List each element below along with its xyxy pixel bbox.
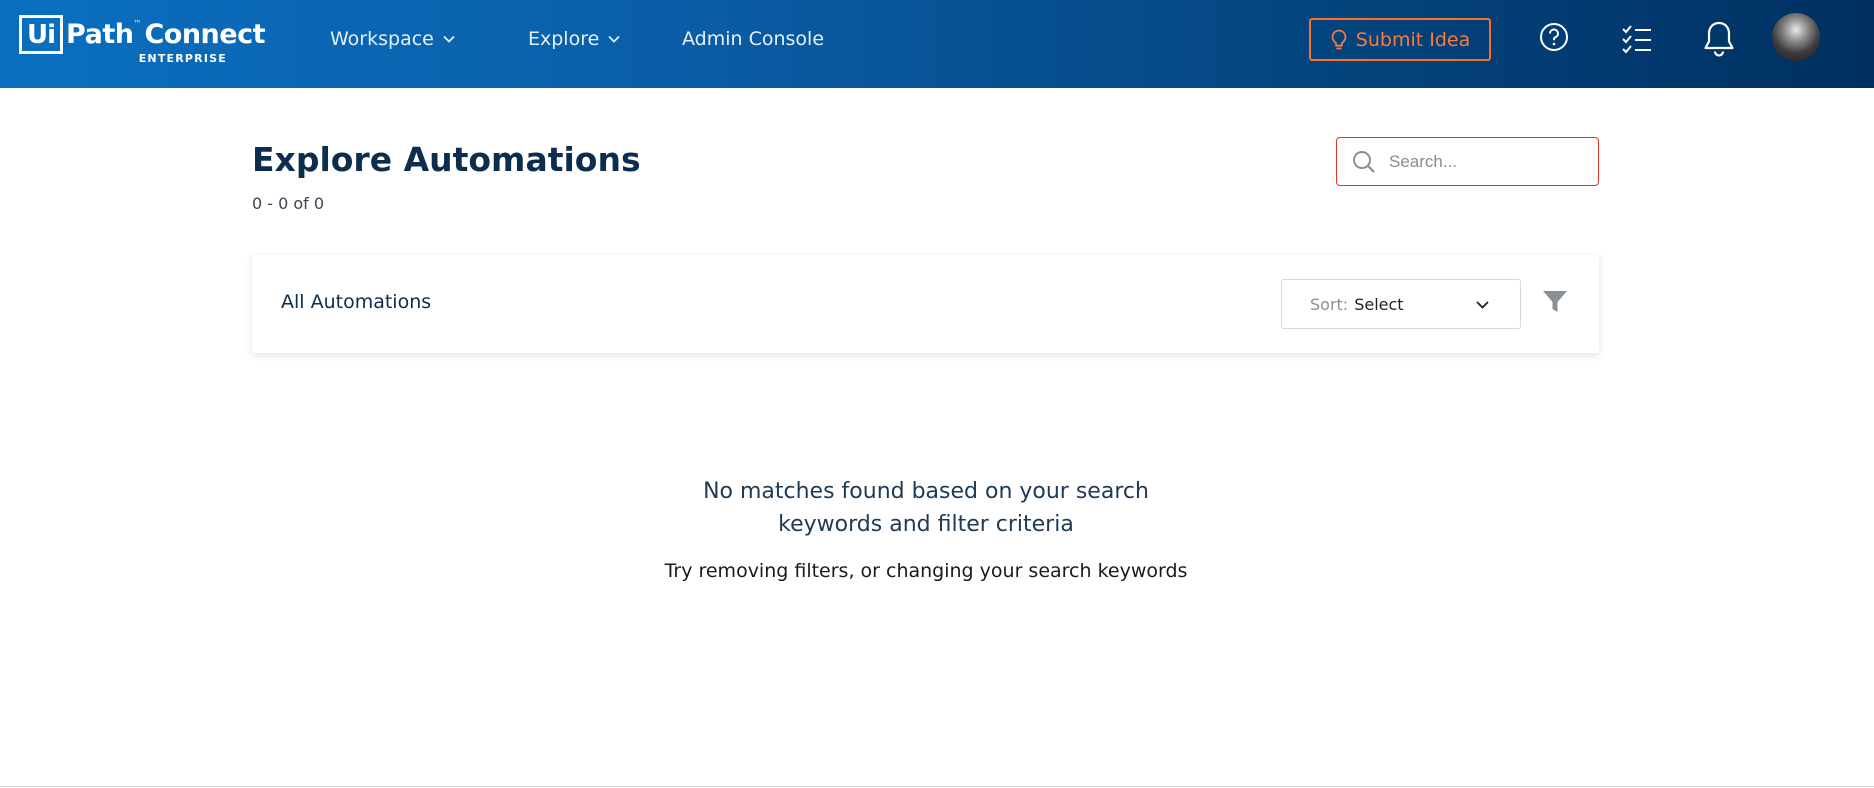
nav-admin-console-label: Admin Console — [682, 28, 825, 50]
nav-workspace-label: Workspace — [330, 28, 434, 50]
results-count: 0 - 0 of 0 — [252, 194, 325, 213]
sort-dropdown[interactable]: Sort: Select — [1281, 279, 1521, 329]
sort-label: Sort: — [1310, 294, 1349, 314]
nav-explore-label: Explore — [528, 28, 600, 50]
search-box[interactable] — [1336, 137, 1599, 186]
empty-state-line-2: keywords and filter criteria — [778, 512, 1074, 537]
chevron-down-icon — [443, 35, 455, 43]
empty-state-line-1: No matches found based on your search — [703, 479, 1149, 504]
nav-workspace[interactable]: Workspace — [330, 28, 456, 50]
help-icon — [1540, 23, 1568, 51]
sort-value: Select — [1354, 294, 1404, 314]
submit-idea-label: Submit Idea — [1355, 28, 1471, 51]
logo-product: Connect — [144, 19, 265, 50]
logo-mark: Ui — [19, 15, 64, 54]
chevron-down-icon — [1476, 301, 1489, 309]
logo-subtitle: ENTERPRISE — [138, 52, 227, 65]
logo-trademark: ™ — [133, 19, 142, 28]
top-navigation-bar: Ui Path ™ Connect ENTERPRISE Workspace E… — [0, 0, 1874, 88]
uipath-connect-logo[interactable]: Ui Path ™ Connect ENTERPRISE — [19, 15, 265, 65]
nav-admin-console[interactable]: Admin Console — [682, 28, 824, 50]
search-icon — [1353, 150, 1375, 173]
page-title: Explore Automations — [252, 140, 641, 179]
divider — [0, 786, 1874, 787]
tasks-button[interactable] — [1620, 24, 1654, 54]
avatar[interactable] — [1772, 13, 1820, 61]
tasks-icon — [1622, 25, 1651, 54]
search-input[interactable] — [1389, 151, 1579, 172]
lightbulb-icon — [1331, 29, 1347, 49]
logo-name: Path — [66, 19, 134, 50]
chevron-down-icon — [608, 35, 620, 43]
panel-title: All Automations — [281, 291, 432, 313]
logo-row: Ui Path ™ Connect — [19, 15, 265, 54]
help-button[interactable] — [1538, 21, 1570, 53]
nav-explore[interactable]: Explore — [528, 28, 621, 50]
submit-idea-button[interactable]: Submit Idea — [1309, 18, 1491, 61]
empty-state-title: No matches found based on your search ke… — [576, 475, 1276, 541]
automations-panel: All Automations Sort: Select — [252, 255, 1599, 353]
empty-state-hint: Try removing filters, or changing your s… — [664, 560, 1188, 582]
bell-icon — [1704, 21, 1734, 57]
filter-icon[interactable] — [1542, 289, 1568, 315]
notifications-button[interactable] — [1703, 20, 1735, 58]
